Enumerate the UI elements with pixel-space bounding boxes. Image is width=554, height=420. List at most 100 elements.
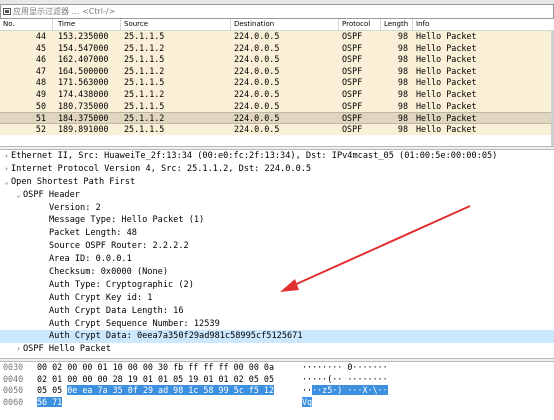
table-row[interactable]: 46 162.407000 25.1.1.5 224.0.0.5 OSPF 98 Hello…: [0, 54, 554, 66]
packet-length: 98: [397, 88, 408, 99]
packet-info: Hello Packet: [416, 88, 477, 99]
tree-item[interactable]: Auth Crypt Data Length: 16: [0, 305, 554, 318]
packet-source: 25.1.1.5: [124, 77, 165, 88]
packet-protocol: OSPF: [342, 77, 363, 88]
bytes-row[interactable]: 0060 56 71 Vq: [0, 396, 554, 409]
tree-item[interactable]: Packet Length: 48: [0, 227, 554, 240]
table-row[interactable]: 49 174.438000 25.1.1.2 224.0.0.5 OSPF 98 Hello…: [0, 88, 554, 101]
table-row[interactable]: 48 171.563000 25.1.1.5 224.0.0.5 OSPF 98 Hello…: [0, 77, 554, 89]
bytes-row[interactable]: 0040 02 01 00 00 00 28 19 01 01 05 19 01 …: [0, 374, 554, 386]
packet-protocol: OSPF: [342, 42, 363, 53]
packet-length: 98: [397, 31, 408, 41]
packet-info: Hello Packet: [416, 100, 477, 111]
packet-list: 44 153.235000 25.1.1.5 224.0.0.5 OSPF 98 Hello…: [0, 31, 554, 146]
tree-item[interactable]: Version: 2: [0, 202, 554, 215]
column-time[interactable]: Time: [58, 20, 75, 28]
packet-number: 50: [35, 100, 46, 111]
packet-length: 98: [397, 54, 408, 65]
packet-number: 52: [35, 123, 46, 134]
hex-highlight: 0e ea 7a 35 0f 29 ad 98 1c 58 99 5c f5 1…: [67, 385, 274, 396]
tree-item[interactable]: › OSPF Hello Packet: [0, 343, 554, 356]
packet-time: 180.735000: [58, 100, 109, 111]
tree-item-label: Version: 2: [49, 202, 101, 213]
packet-destination: 224.0.0.5: [234, 123, 280, 134]
tree-item[interactable]: Auth Crypt Sequence Number: 12539: [0, 318, 554, 331]
packet-number: 47: [35, 65, 46, 76]
tree-item-label: Auth Crypt Key id: 1: [49, 292, 153, 303]
packet-number: 46: [35, 54, 46, 65]
tree-item-label: Area ID: 0.0.0.1: [49, 254, 132, 265]
bytes-row[interactable]: 0050 05 05 0e ea 7a 35 0f 29 ad 98 1c 58 …: [0, 385, 554, 397]
tree-item[interactable]: Auth Type: Cryptographic (2): [0, 279, 554, 292]
column-source[interactable]: Source: [124, 20, 148, 28]
column-destination[interactable]: Destination: [234, 20, 274, 28]
packet-source: 25.1.1.5: [124, 123, 165, 134]
packet-number: 44: [35, 31, 46, 41]
tree-item[interactable]: › Ethernet II, Src: HuaweiTe_2f:13:34 (00…: [0, 150, 554, 163]
table-row[interactable]: 52 189.891000 25.1.1.5 224.0.0.5 OSPF 98 Hello…: [0, 123, 554, 136]
packet-source: 25.1.1.5: [124, 100, 165, 111]
expand-chevron-icon[interactable]: ⌄: [14, 189, 23, 202]
table-row[interactable]: 50 180.735000 25.1.1.5 224.0.0.5 OSPF 98 Hello…: [0, 100, 554, 113]
table-row[interactable]: 44 153.235000 25.1.1.5 224.0.0.5 OSPF 98 Hello…: [0, 31, 554, 43]
hex-bytes: 05 05 0e ea 7a 35 0f 29 ad 98 1c 58 99 5…: [37, 385, 274, 397]
packet-protocol: OSPF: [342, 31, 363, 41]
ascii-bytes: ····z5·) ···X·\··: [302, 385, 388, 397]
packet-info: Hello Packet: [416, 31, 477, 41]
column-length[interactable]: Length: [384, 20, 408, 28]
column-no[interactable]: No.: [3, 20, 15, 28]
byte-offset: 0030: [3, 362, 24, 372]
packet-protocol: OSPF: [342, 65, 363, 76]
tree-item-label: Ethernet II, Src: HuaweiTe_2f:13:34 (00:…: [11, 151, 498, 161]
ascii-bytes: Vq: [302, 396, 313, 409]
table-row[interactable]: 51 184.375000 25.1.1.2 224.0.0.5 OSPF 98 Hello…: [0, 112, 554, 124]
collapse-chevron-icon[interactable]: ›: [2, 150, 11, 163]
packet-source: 25.1.1.2: [124, 65, 165, 76]
packet-destination: 224.0.0.5: [234, 42, 280, 53]
packet-length: 98: [397, 77, 408, 88]
tree-item[interactable]: ⌄ Open Shortest Path First: [0, 176, 554, 189]
packet-protocol: OSPF: [342, 54, 363, 65]
column-protocol[interactable]: Protocol: [342, 20, 370, 28]
packet-time: 171.563000: [58, 77, 109, 88]
tree-item-label: Auth Crypt Sequence Number: 12539: [49, 318, 220, 329]
tree-item[interactable]: › Internet Protocol Version 4, Src: 25.1.…: [0, 163, 554, 176]
packet-number: 45: [35, 42, 46, 53]
hex-plain: 05 05: [37, 385, 68, 396]
packet-time: 154.547000: [58, 42, 109, 53]
tree-item-label: Auth Type: Cryptographic (2): [49, 279, 194, 290]
table-row[interactable]: 45 154.547000 25.1.1.2 224.0.0.5 OSPF 98 Hello…: [0, 42, 554, 55]
packet-time: 189.891000: [58, 123, 109, 134]
collapse-chevron-icon[interactable]: ›: [2, 163, 11, 176]
table-row[interactable]: 47 164.500000 25.1.1.2 224.0.0.5 OSPF 98 Hello…: [0, 65, 554, 78]
bookmark-icon[interactable]: [1, 6, 13, 17]
hex-plain: 00 02 00 00 01 10 00 00 30 fb ff ff ff 0…: [37, 362, 274, 372]
ascii-plain: ········ 0·······: [302, 362, 388, 372]
column-info[interactable]: Info: [416, 20, 429, 28]
tree-item[interactable]: Checksum: 0x0000 (None): [0, 266, 554, 279]
tree-item[interactable]: Area ID: 0.0.0.1: [0, 253, 554, 266]
packet-details-tree: › Ethernet II, Src: HuaweiTe_2f:13:34 (00…: [0, 150, 554, 358]
packet-source: 25.1.1.2: [124, 42, 165, 53]
byte-offset: 0060: [3, 396, 24, 407]
tree-item[interactable]: Auth Crypt Key id: 1: [0, 292, 554, 305]
tree-item[interactable]: Message Type: Hello Packet (1): [0, 214, 554, 227]
expand-chevron-icon[interactable]: ⌄: [2, 176, 11, 189]
tree-item[interactable]: Source OSPF Router: 2.2.2.2: [0, 240, 554, 253]
packet-length: 98: [397, 100, 408, 111]
tree-item[interactable]: Auth Crypt Data: 0eea7a350f29ad981c58995…: [0, 330, 554, 344]
packet-destination: 224.0.0.5: [234, 77, 280, 88]
tree-item-label: Internet Protocol Version 4, Src: 25.1.1…: [11, 163, 312, 174]
display-filter-bar[interactable]: 应用显示过滤器 … <Ctrl-/>: [0, 4, 554, 19]
tree-item-label: Message Type: Hello Packet (1): [49, 215, 205, 226]
ascii-plain: ··: [302, 385, 313, 396]
tree-item[interactable]: ⌄ OSPF Header: [0, 189, 554, 202]
ascii-bytes: ·····(·· ········: [302, 374, 388, 386]
packet-source: 25.1.1.5: [124, 31, 165, 41]
packet-length: 98: [397, 65, 408, 76]
collapse-chevron-icon[interactable]: ›: [14, 343, 23, 356]
bytes-row[interactable]: 0030 00 02 00 00 01 10 00 00 30 fb ff ff …: [0, 362, 554, 374]
packet-time: 164.500000: [58, 65, 109, 76]
packet-destination: 224.0.0.5: [234, 31, 280, 41]
packet-length: 98: [397, 123, 408, 134]
